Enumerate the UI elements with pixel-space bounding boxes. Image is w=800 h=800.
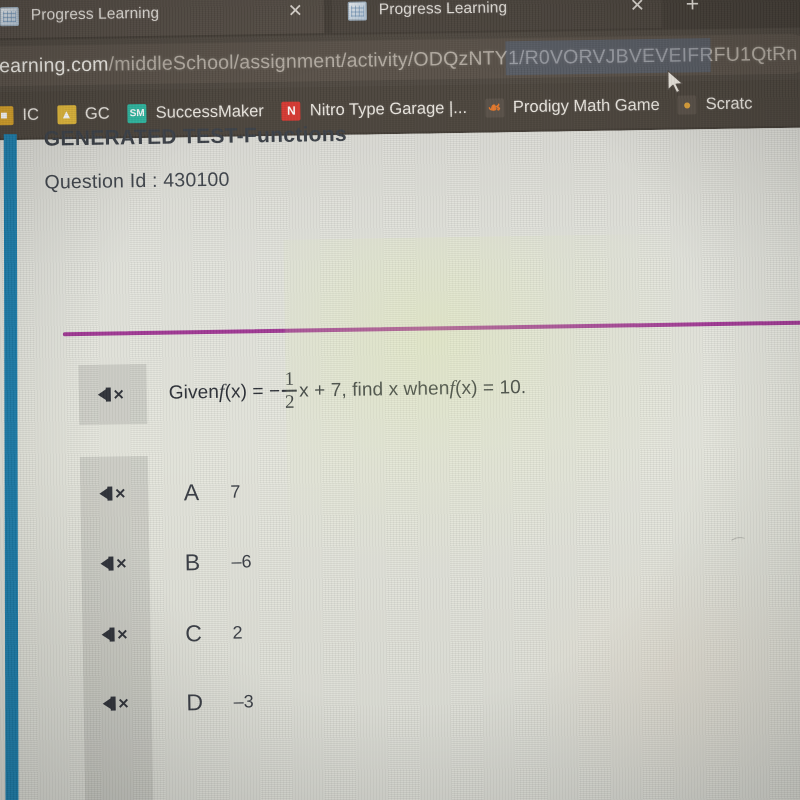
speaker-muted-glyph: ✕ [97, 384, 128, 404]
page-title: GENERATED TEST-Functions [43, 122, 348, 151]
progress-learning-favicon [0, 6, 20, 26]
url-host: slearning.com [0, 53, 109, 77]
url-path: /middleSchool/assignment/activity/ODQzNT… [108, 42, 798, 76]
answer-value: 7 [230, 481, 241, 502]
bookmark-gc[interactable]: ▲ GC [48, 98, 119, 129]
app-left-rail [3, 134, 19, 800]
bookmark-nitro-type[interactable]: N Nitro Type Garage |... [273, 93, 477, 126]
question-after-fraction: x + 7, find x when [299, 378, 450, 402]
bookmark-label: Prodigy Math Game [512, 95, 660, 116]
prodigy-icon: ☙ [484, 97, 505, 118]
question-text: Given f (x) = − 1 2 x + 7, find x when f… [168, 367, 527, 414]
bookmark-scratch[interactable]: ● Scratc [668, 88, 761, 119]
screen-tilt-wrapper: Progress Learning ✕ Progress Learning ✕ … [0, 0, 800, 800]
speaker-muted-icon[interactable]: ✕ [81, 528, 150, 599]
section-divider [62, 320, 800, 337]
question-row: ✕ Given f (x) = − 1 2 x + 7, find x when [78, 351, 800, 427]
close-tab-2-button[interactable]: ✕ [630, 0, 645, 15]
bookmark-label: GC [84, 104, 110, 123]
fraction-denominator: 2 [284, 391, 295, 413]
question-prefix: Given [168, 381, 220, 404]
speaker-muted-glyph: ✕ [100, 553, 130, 573]
browser-tab-1[interactable]: Progress Learning [0, 0, 325, 39]
answer-letter: D [186, 688, 204, 715]
bookmark-ic[interactable]: ■ IC [0, 100, 48, 131]
address-bar[interactable]: slearning.com/middleSchool/assignment/ac… [0, 33, 800, 87]
answer-letter: B [184, 548, 201, 575]
infinite-campus-icon: ■ [0, 105, 14, 125]
bookmark-label: IC [22, 105, 40, 124]
speaker-muted-icon[interactable]: ✕ [82, 599, 151, 670]
answer-option-a[interactable]: ✕ A 7 [80, 447, 800, 529]
google-classroom-icon: ▲ [56, 104, 77, 124]
function-argument: (x) = − [224, 380, 281, 403]
question-id-label: Question Id : 430100 [44, 168, 230, 194]
browser-tab-2[interactable]: Progress Learning [331, 0, 663, 34]
answer-value: 2 [232, 622, 243, 643]
speaker-muted-icon[interactable]: ✕ [83, 668, 152, 739]
url-text: slearning.com/middleSchool/assignment/ac… [0, 42, 798, 78]
successmaker-icon: SM [127, 103, 147, 123]
bookmark-label: Nitro Type Garage |... [309, 98, 468, 119]
answer-value: –3 [233, 690, 254, 712]
web-page-content: GENERATED TEST-Functions Question Id : 4… [0, 123, 800, 800]
answer-value: –6 [231, 550, 252, 572]
browser-chrome: Progress Learning ✕ Progress Learning ✕ … [0, 0, 800, 147]
bookmark-prodigy[interactable]: ☙ Prodigy Math Game [476, 90, 669, 123]
speaker-muted-glyph: ✕ [102, 693, 133, 713]
question-tail: (x) = 10. [454, 377, 527, 400]
answer-option-d[interactable]: ✕ D –3 [83, 657, 800, 739]
answer-option-c[interactable]: ✕ C 2 [82, 588, 800, 670]
close-tab-1-button[interactable]: ✕ [288, 0, 303, 20]
speaker-muted-icon[interactable]: ✕ [80, 458, 149, 529]
speaker-muted-glyph: ✕ [101, 624, 131, 644]
scratch-icon: ● [677, 94, 697, 115]
screen-smudge-mark: ⁀ [731, 537, 747, 556]
speaker-muted-glyph: ✕ [99, 483, 129, 503]
photographed-screen: Progress Learning ✕ Progress Learning ✕ … [0, 0, 800, 800]
answer-letter: C [185, 619, 203, 646]
fraction-numerator: 1 [284, 368, 295, 390]
tab-title: Progress Learning [30, 4, 160, 24]
tab-title: Progress Learning [378, 0, 508, 19]
bookmark-label: SuccessMaker [155, 101, 264, 122]
answer-option-b[interactable]: ✕ B –6 [81, 517, 800, 599]
page-surface: GENERATED TEST-Functions Question Id : 4… [0, 123, 800, 800]
nitro-type-icon: N [281, 101, 301, 121]
answer-letter: A [183, 478, 200, 505]
progress-learning-favicon [347, 0, 367, 21]
bookmark-label: Scratc [705, 93, 753, 113]
new-tab-button[interactable]: + [686, 0, 700, 16]
fraction-one-half: 1 2 [282, 368, 298, 413]
speaker-muted-icon[interactable]: ✕ [78, 362, 147, 427]
